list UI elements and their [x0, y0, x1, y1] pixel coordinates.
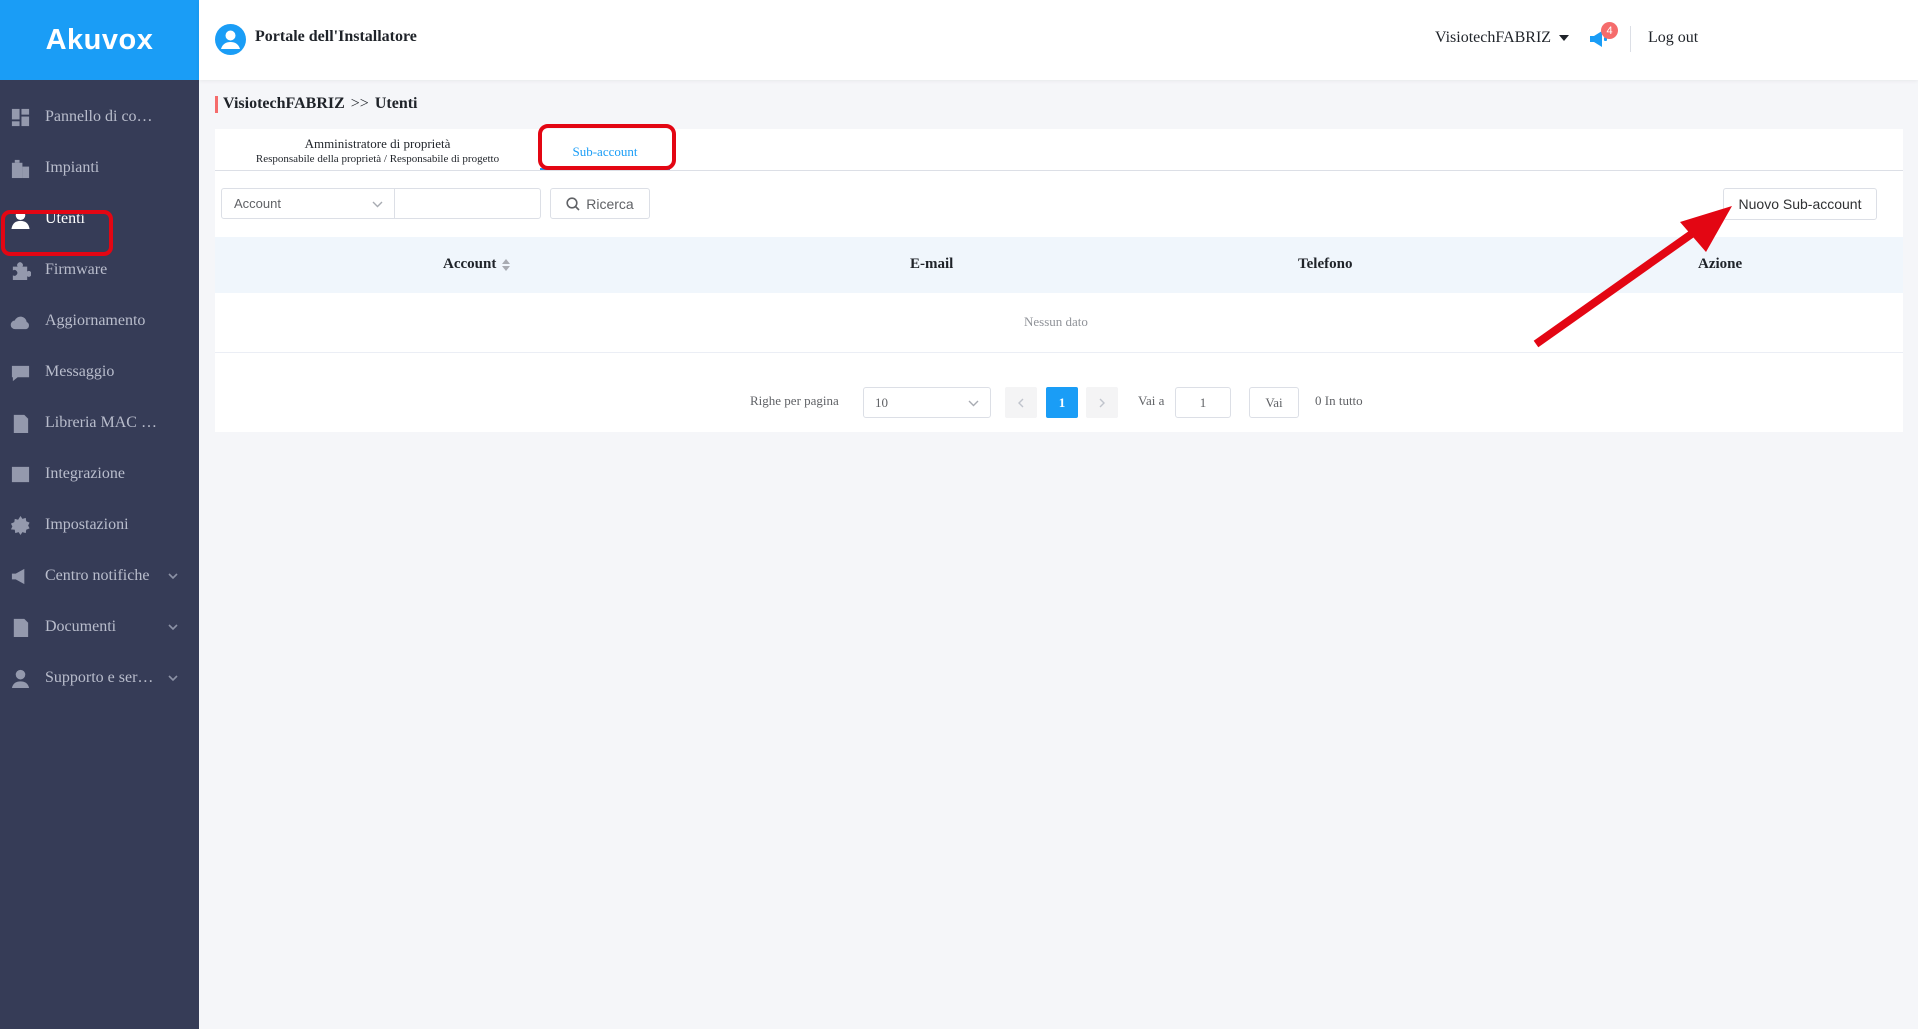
breadcrumb-marker — [215, 96, 218, 113]
sidebar-item-label: Utenti — [45, 210, 85, 227]
tab-label: Amministratore di proprietà — [304, 136, 451, 151]
sidebar-item-label: Impianti — [45, 159, 100, 176]
sidebar-item-label: Supporto e ser… — [45, 669, 154, 686]
tab-amministratore-proprieta[interactable]: Amministratore di proprietà Responsabile… — [235, 135, 520, 166]
column-header-email: E-mail — [910, 256, 954, 272]
sidebar-item-firmware[interactable]: Firmware — [0, 245, 199, 295]
user-name: VisiotechFABRIZ — [1435, 29, 1552, 46]
rows-per-page-label: Righe per pagina — [750, 393, 839, 408]
sidebar-item-documenti[interactable]: Documenti — [0, 602, 199, 652]
chevron-down-icon — [968, 400, 979, 407]
column-header-account[interactable]: Account — [443, 256, 511, 273]
sidebar-item-integrazione[interactable]: Integrazione — [0, 449, 199, 499]
cloud-upload-icon — [9, 310, 31, 332]
page-number-current[interactable]: 1 — [1046, 387, 1078, 418]
chevron-down-icon — [167, 620, 179, 638]
goto-label: Vai a — [1138, 393, 1165, 408]
sidebar-item-libreria-mac[interactable]: Libreria MAC … — [0, 398, 199, 448]
notification-badge: 4 — [1601, 22, 1618, 39]
rows-per-page-select[interactable]: 10 — [863, 387, 991, 418]
sidebar-item-supporto-e-ser[interactable]: Supporto e ser… — [0, 653, 199, 703]
search-icon — [566, 196, 580, 211]
akuvox-logo[interactable]: Akuvox — [0, 0, 199, 80]
user-menu-dropdown[interactable]: VisiotechFABRIZ — [1435, 29, 1570, 47]
tabs-divider — [215, 170, 1903, 171]
sidebar-item-centro-notifiche[interactable]: Centro notifiche — [0, 551, 199, 601]
goto-page-input[interactable]: 1 — [1175, 387, 1231, 418]
sidebar: Pannello di co… Impianti Utenti Firmware Agg… — [0, 80, 199, 1029]
next-page-button[interactable] — [1086, 387, 1118, 418]
sidebar-item-label: Integrazione — [45, 465, 125, 482]
sidebar-item-label: Centro notifiche — [45, 567, 150, 584]
sidebar-item-label: Messaggio — [45, 363, 115, 380]
document-icon — [9, 616, 31, 638]
user-icon — [9, 208, 31, 230]
total-count: 0 In tutto — [1315, 393, 1363, 408]
sidebar-item-messaggio[interactable]: Messaggio — [0, 347, 199, 397]
breadcrumb: VisiotechFABRIZ >> Utenti — [223, 95, 417, 113]
building-icon — [9, 157, 31, 179]
search-input[interactable] — [394, 188, 541, 219]
search-button-label: Ricerca — [586, 195, 634, 212]
chevron-down-icon — [372, 201, 383, 208]
sidebar-item-label: Pannello di co… — [45, 108, 153, 125]
breadcrumb-separator: >> — [350, 95, 369, 112]
chat-icon — [9, 361, 31, 383]
chevron-left-icon — [1018, 398, 1024, 407]
sidebar-item-impianti[interactable]: Impianti — [0, 143, 199, 193]
chevron-down-icon — [167, 671, 179, 689]
portal-title: Portale dell'Installatore — [255, 28, 417, 45]
tab-sublabel: Responsabile della proprietà / Responsab… — [255, 153, 500, 165]
column-header-telefono: Telefono — [1298, 256, 1353, 272]
rows-per-page-value: 10 — [875, 395, 888, 410]
document-icon — [9, 412, 31, 434]
sidebar-item-label: Impostazioni — [45, 516, 129, 533]
headset-icon — [9, 667, 31, 689]
field-select[interactable]: Account — [221, 188, 395, 219]
gear-icon — [9, 514, 31, 536]
sort-icon[interactable] — [502, 258, 511, 271]
sidebar-item-utenti[interactable]: Utenti — [0, 194, 199, 244]
caret-down-icon — [1559, 35, 1570, 41]
list-icon — [9, 463, 31, 485]
breadcrumb-current: Utenti — [374, 95, 418, 112]
chevron-right-icon — [1099, 398, 1105, 407]
breadcrumb-root[interactable]: VisiotechFABRIZ — [223, 95, 345, 112]
goto-button[interactable]: Vai — [1249, 387, 1299, 418]
prev-page-button[interactable] — [1005, 387, 1037, 418]
empty-state-text: Nessun dato — [1024, 314, 1088, 329]
sidebar-item-label: Firmware — [45, 261, 108, 278]
search-button[interactable]: Ricerca — [550, 188, 650, 219]
active-tab-indicator — [540, 168, 670, 170]
user-circle-icon — [215, 24, 246, 55]
sidebar-item-label: Documenti — [45, 618, 117, 635]
logout-link[interactable]: Log out — [1648, 29, 1698, 47]
dashboard-icon — [9, 106, 31, 128]
new-sub-account-button[interactable]: Nuovo Sub-account — [1723, 188, 1877, 220]
tab-sub-account[interactable]: Sub-account — [540, 144, 670, 160]
sidebar-item-pannello-di-co[interactable]: Pannello di co… — [0, 92, 199, 142]
sidebar-item-aggiornamento[interactable]: Aggiornamento — [0, 296, 199, 346]
puzzle-icon — [9, 259, 31, 281]
header-divider — [1630, 26, 1631, 52]
megaphone-icon — [9, 565, 31, 587]
column-header-azione: Azione — [1698, 256, 1743, 272]
column-header-label: Account — [443, 256, 497, 272]
sidebar-item-label: Libreria MAC … — [45, 414, 157, 431]
sidebar-item-label: Aggiornamento — [45, 312, 146, 329]
chevron-down-icon — [167, 569, 179, 587]
sidebar-item-impostazioni[interactable]: Impostazioni — [0, 500, 199, 550]
field-select-value: Account — [234, 196, 281, 211]
